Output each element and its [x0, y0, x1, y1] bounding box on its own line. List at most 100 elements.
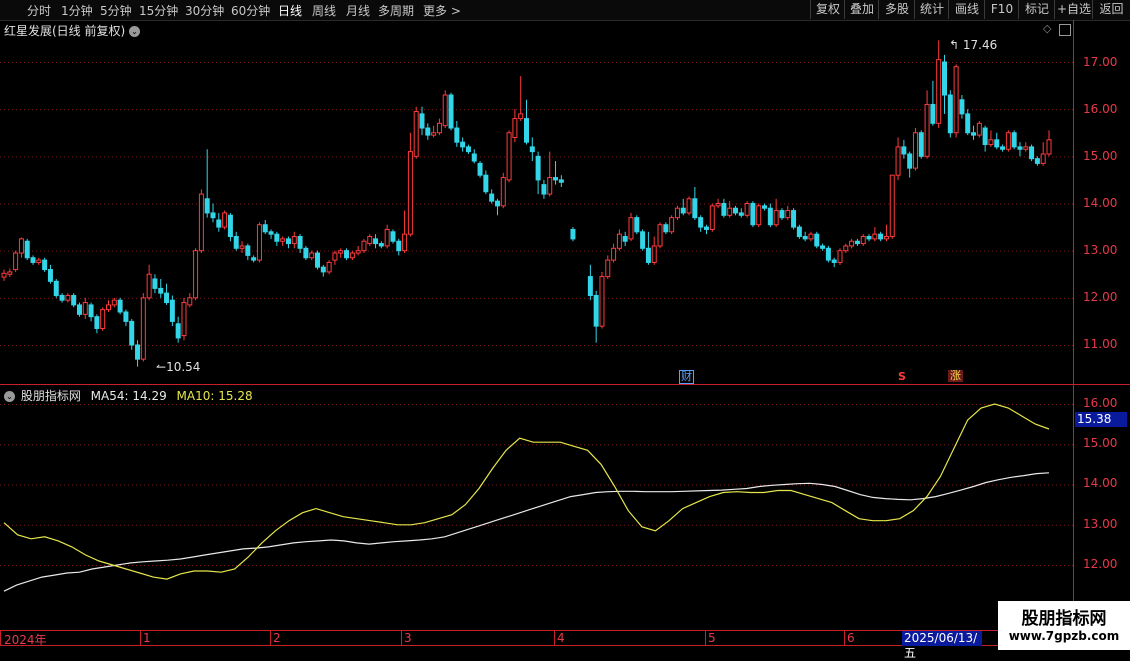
candle[interactable]	[59, 293, 65, 303]
candle[interactable]	[442, 90, 448, 129]
candle[interactable]	[924, 90, 930, 159]
candle[interactable]	[1040, 142, 1046, 166]
candle[interactable]	[762, 203, 768, 211]
candle[interactable]	[494, 198, 500, 216]
candle[interactable]	[883, 224, 889, 242]
candle[interactable]	[222, 210, 228, 230]
candle[interactable]	[407, 132, 413, 237]
candle[interactable]	[1011, 130, 1017, 150]
candle[interactable]	[558, 175, 564, 187]
candle[interactable]	[47, 264, 53, 284]
candle[interactable]	[738, 208, 744, 218]
candle[interactable]	[326, 260, 332, 275]
candle[interactable]	[1046, 130, 1052, 157]
candle[interactable]	[587, 264, 593, 301]
candle[interactable]	[94, 314, 100, 334]
candle[interactable]	[396, 238, 402, 256]
candle[interactable]	[111, 297, 117, 308]
candle[interactable]	[872, 227, 878, 242]
candle[interactable]	[285, 236, 291, 249]
candle[interactable]	[901, 139, 907, 159]
candle[interactable]	[947, 90, 953, 138]
candle[interactable]	[814, 231, 820, 249]
candle[interactable]	[7, 268, 13, 278]
candle[interactable]	[1029, 144, 1035, 162]
candle[interactable]	[216, 212, 222, 232]
candle[interactable]	[535, 151, 541, 195]
candle[interactable]	[1, 269, 7, 281]
candle[interactable]	[1005, 130, 1011, 152]
candle[interactable]	[541, 179, 547, 199]
candle[interactable]	[709, 203, 715, 232]
candle[interactable]	[669, 215, 675, 235]
candle[interactable]	[262, 220, 268, 235]
candle[interactable]	[431, 125, 437, 138]
candle[interactable]	[500, 172, 506, 209]
candle[interactable]	[634, 215, 640, 235]
candle[interactable]	[309, 250, 315, 261]
candle[interactable]	[1034, 156, 1040, 166]
candle[interactable]	[674, 205, 680, 221]
candle[interactable]	[506, 130, 512, 183]
candle[interactable]	[42, 257, 48, 272]
candle[interactable]	[338, 248, 344, 258]
candle[interactable]	[936, 40, 942, 129]
candle[interactable]	[24, 238, 30, 261]
candle[interactable]	[117, 297, 123, 315]
candle[interactable]	[878, 231, 884, 242]
candle[interactable]	[791, 208, 797, 230]
candle[interactable]	[965, 109, 971, 136]
candle[interactable]	[471, 149, 477, 164]
candle[interactable]	[831, 257, 837, 268]
candle[interactable]	[146, 264, 152, 301]
candle[interactable]	[971, 125, 977, 140]
candle[interactable]	[18, 237, 24, 258]
candle[interactable]	[930, 80, 936, 126]
candle[interactable]	[402, 210, 408, 254]
candle[interactable]	[384, 224, 390, 249]
candle[interactable]	[849, 238, 855, 249]
indicator-menu-icon[interactable]: ⌄	[4, 391, 15, 402]
candle[interactable]	[53, 278, 59, 298]
candle[interactable]	[529, 137, 535, 162]
candle[interactable]	[628, 212, 634, 242]
candle[interactable]	[65, 293, 71, 303]
candle[interactable]	[251, 255, 257, 263]
candle[interactable]	[349, 250, 355, 261]
candle[interactable]	[268, 229, 274, 239]
candle[interactable]	[912, 128, 918, 171]
candle[interactable]	[448, 92, 454, 131]
candle[interactable]	[344, 248, 350, 261]
candle[interactable]	[860, 234, 866, 246]
candle[interactable]	[733, 205, 738, 216]
candle[interactable]	[808, 231, 814, 242]
candle[interactable]	[553, 161, 559, 185]
candle[interactable]	[140, 293, 146, 362]
candle[interactable]	[413, 106, 419, 159]
candle[interactable]	[524, 99, 529, 145]
candle[interactable]	[756, 203, 762, 228]
candle[interactable]	[135, 340, 141, 367]
candle[interactable]	[686, 196, 692, 216]
candle[interactable]	[605, 255, 611, 279]
candle[interactable]	[547, 151, 553, 197]
price-chart[interactable]	[0, 0, 1130, 650]
candle[interactable]	[889, 174, 895, 239]
candle[interactable]	[825, 245, 831, 263]
candle[interactable]	[640, 229, 646, 251]
candle[interactable]	[164, 283, 170, 305]
candle[interactable]	[71, 293, 77, 308]
candle[interactable]	[489, 189, 495, 204]
candle[interactable]	[256, 222, 262, 263]
candle[interactable]	[895, 137, 901, 180]
candle[interactable]	[436, 118, 442, 136]
candle[interactable]	[703, 224, 709, 235]
candle[interactable]	[744, 201, 750, 218]
candle[interactable]	[280, 236, 286, 246]
candle[interactable]	[976, 120, 982, 138]
candle[interactable]	[622, 231, 628, 246]
candle[interactable]	[698, 215, 704, 232]
candle[interactable]	[460, 137, 466, 152]
candle[interactable]	[123, 309, 129, 327]
candle[interactable]	[820, 243, 826, 251]
